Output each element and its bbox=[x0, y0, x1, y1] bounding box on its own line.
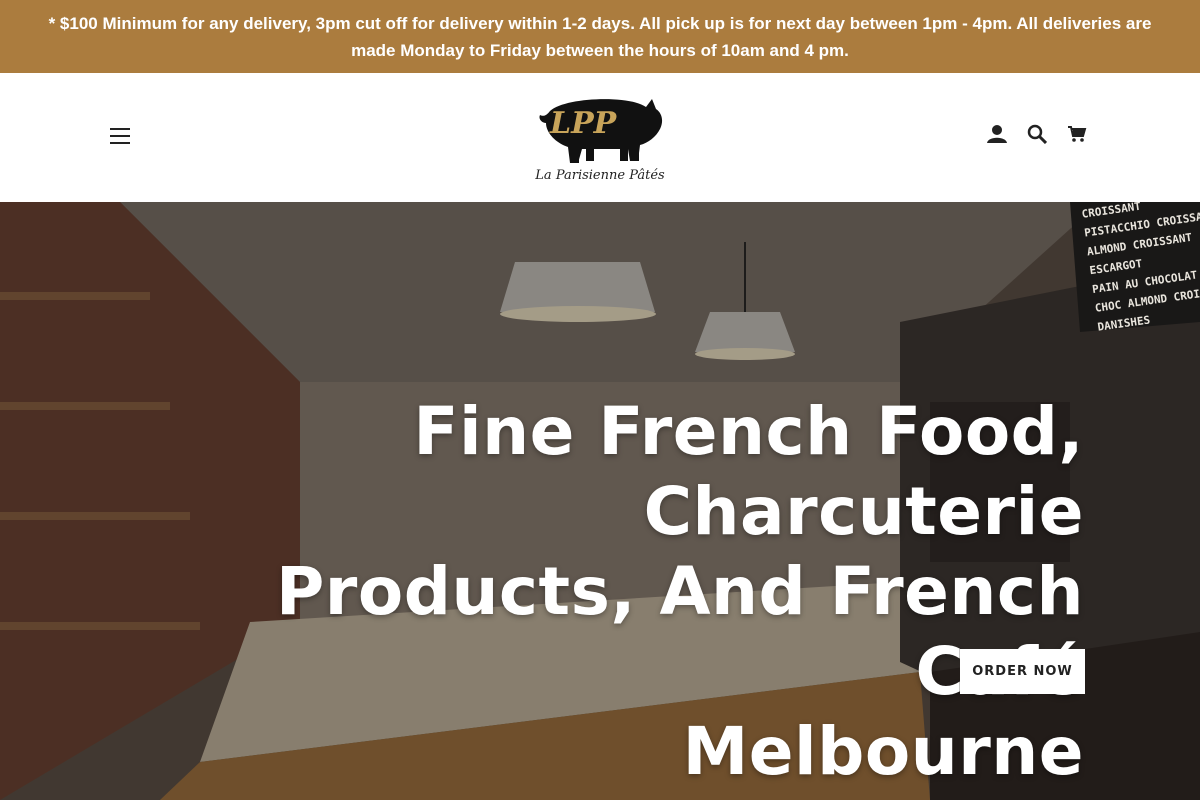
search-icon[interactable] bbox=[1026, 123, 1048, 145]
account-icon[interactable] bbox=[986, 123, 1008, 145]
site-logo[interactable]: LPP La Parisienne Pâtés bbox=[520, 89, 680, 189]
announcement-text: * $100 Minimum for any delivery, 3pm cut… bbox=[48, 13, 1152, 60]
hero-title-line: Fine French Food, Charcuterie bbox=[413, 393, 1084, 550]
logo-name: La Parisienne Pâtés bbox=[534, 168, 665, 183]
logo-monogram: LPP bbox=[549, 106, 618, 141]
site-header: LPP La Parisienne Pâtés bbox=[0, 73, 1200, 202]
hamburger-menu-icon[interactable] bbox=[104, 123, 136, 151]
hero-banner: CROISSANT PISTACCHIO CROISSANT ALMOND CR… bbox=[0, 202, 1200, 800]
chalkboard-menu: CROISSANT PISTACCHIO CROISSANT ALMOND CR… bbox=[1080, 202, 1200, 334]
order-now-button[interactable]: ORDER NOW bbox=[960, 649, 1085, 694]
hero-title-line: Melbourne bbox=[682, 713, 1084, 790]
hero-title-line: Products, And French Café bbox=[275, 553, 1084, 710]
announcement-bar: * $100 Minimum for any delivery, 3pm cut… bbox=[0, 0, 1200, 73]
hero-title: Fine French Food, Charcuterie Products, … bbox=[104, 392, 1084, 792]
cart-icon[interactable] bbox=[1066, 123, 1088, 145]
